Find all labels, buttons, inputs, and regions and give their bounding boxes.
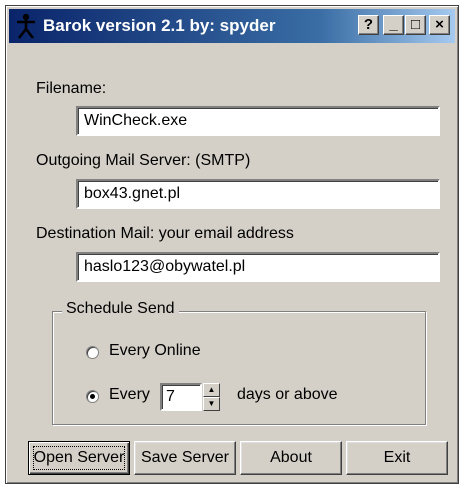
window-title: Barok version 2.1 by: spyder [43, 16, 276, 35]
filename-label: Filename: [36, 80, 107, 97]
every-online-label[interactable]: Every Online [109, 342, 201, 360]
schedule-send-legend: Schedule Send [62, 300, 179, 318]
up-arrow-icon: ▲ [207, 385, 216, 394]
open-server-button[interactable]: Open Server [28, 441, 130, 475]
close-icon: × [435, 16, 444, 33]
destination-label: Destination Mail: your email address [36, 225, 294, 242]
title-bar[interactable]: Barok version 2.1 by: spyder ? _ □ × [9, 9, 455, 43]
save-server-button[interactable]: Save Server [134, 441, 236, 475]
stick-figure-icon [17, 13, 35, 39]
filename-input[interactable]: WinCheck.exe [76, 106, 440, 136]
maximize-button[interactable]: □ [405, 15, 426, 35]
exit-label: Exit [383, 449, 411, 466]
radio-selected-dot [90, 394, 95, 399]
smtp-label: Outgoing Mail Server: (SMTP) [36, 152, 251, 169]
focus-rectangle [33, 446, 125, 470]
save-server-label: Save Server [140, 449, 230, 466]
minimize-icon: _ [389, 16, 398, 33]
down-arrow-icon: ▼ [207, 399, 216, 408]
every-online-radio[interactable] [86, 346, 99, 359]
spin-down-button[interactable]: ▼ [203, 397, 220, 411]
destination-email-input[interactable]: haslo123@obywatel.pl [76, 252, 440, 282]
help-icon: ? [363, 16, 374, 33]
help-button[interactable]: ? [358, 15, 379, 35]
days-input[interactable]: 7 [160, 383, 202, 411]
schedule-send-group [52, 311, 426, 425]
maximize-icon: □ [410, 16, 421, 33]
every-days-radio[interactable] [86, 390, 99, 403]
days-suffix-label: days or above [237, 386, 338, 403]
every-label[interactable]: Every [109, 386, 150, 404]
minimize-button[interactable]: _ [383, 15, 404, 35]
about-button[interactable]: About [240, 441, 342, 475]
close-button[interactable]: × [429, 15, 450, 35]
about-label: About [270, 449, 312, 466]
exit-button[interactable]: Exit [346, 441, 448, 475]
smtp-server-input[interactable]: box43.gnet.pl [76, 179, 440, 209]
spin-up-button[interactable]: ▲ [203, 383, 220, 397]
